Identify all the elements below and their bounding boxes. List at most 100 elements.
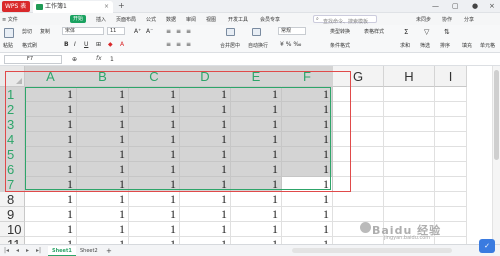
cell-g9[interactable] [333,207,384,222]
cell-g6[interactable] [333,162,384,177]
cell-c9[interactable]: 1 [129,207,180,222]
cell-h9[interactable] [384,207,435,222]
cell-e8[interactable]: 1 [231,192,282,207]
cell-g4[interactable] [333,132,384,147]
filter-button[interactable]: 筛选 [420,42,430,49]
underline-icon[interactable]: U [84,41,88,48]
cell-g1[interactable] [333,87,384,102]
merge-center-button[interactable]: 合并居中 [220,42,240,49]
fx-icon[interactable]: fx [96,55,102,62]
add-sheet-button[interactable]: + [102,246,116,256]
cell-i2[interactable] [435,102,467,117]
grow-font-icon[interactable]: A⁺ [134,28,141,35]
row-header-10[interactable]: 10 [0,222,25,237]
cell-d2[interactable]: 1 [180,102,231,117]
cell-i8[interactable] [435,192,467,207]
prev-sheet-icon[interactable]: ◂ [16,247,19,254]
align-right-icon[interactable]: ≡ [186,41,191,48]
cell-g5[interactable] [333,147,384,162]
font-color-icon[interactable]: A [120,41,124,48]
sheet-tab-1[interactable]: Sheet1 [48,246,76,256]
cell-i5[interactable] [435,147,467,162]
vertical-scrollbar[interactable] [492,66,500,244]
cell-h3[interactable] [384,117,435,132]
cell-f1[interactable]: 1 [282,87,333,102]
column-header-d[interactable]: D [180,66,231,87]
menu-item-insert[interactable]: 插入 [96,16,106,23]
cell-a5[interactable]: 1 [25,147,77,162]
filter-icon[interactable]: ▽ [424,28,429,36]
fill-button[interactable]: 填充 [462,42,472,49]
cell-c5[interactable]: 1 [129,147,180,162]
sheet-tab-2[interactable]: Sheet2 [76,246,102,256]
row-header-1[interactable]: 1 [0,87,25,102]
sum-button[interactable]: 求和 [400,42,410,49]
avatar[interactable]: ● [472,1,478,12]
cell-b2[interactable]: 1 [77,102,129,117]
cell-g3[interactable] [333,117,384,132]
cell-a4[interactable]: 1 [25,132,77,147]
cell-b4[interactable]: 1 [77,132,129,147]
cell-i1[interactable] [435,87,467,102]
fill-color-icon[interactable]: ◆ [108,41,113,48]
cell-b3[interactable]: 1 [77,117,129,132]
wrap-text-button[interactable]: 自动换行 [248,42,268,49]
wrap-text-icon[interactable] [252,28,261,36]
next-sheet-icon[interactable]: ▸ [26,247,29,254]
cell-c10[interactable]: 1 [129,222,180,237]
align-center-icon[interactable]: ≡ [176,41,181,48]
cell-d8[interactable]: 1 [180,192,231,207]
cell-b10[interactable]: 1 [77,222,129,237]
cell-h7[interactable] [384,177,435,192]
cell-i7[interactable] [435,177,467,192]
cell-h1[interactable] [384,87,435,102]
number-format-select[interactable]: 常规 [278,27,306,35]
cell-e4[interactable]: 1 [231,132,282,147]
align-middle-icon[interactable]: ≡ [176,28,181,35]
cell-d9[interactable]: 1 [180,207,231,222]
cell-f3[interactable]: 1 [282,117,333,132]
cell-d6[interactable]: 1 [180,162,231,177]
column-header-c[interactable]: C [129,66,180,87]
type-convert-button[interactable]: 类型转换 [330,28,350,35]
row-header-2[interactable]: 2 [0,102,25,117]
table-style-button[interactable]: 表格样式 [364,28,384,35]
wps-home-tab[interactable]: WPS 表格 [2,1,30,21]
cell-b8[interactable]: 1 [77,192,129,207]
spreadsheet-grid[interactable]: ABCDEFGHI1111111211111131111114111111511… [0,66,500,252]
cell-f10[interactable]: 1 [282,222,333,237]
cell-i6[interactable] [435,162,467,177]
menu-item-review[interactable]: 审阅 [186,16,196,23]
cell-a1[interactable]: 1 [25,87,77,102]
cell-f9[interactable]: 1 [282,207,333,222]
cell-h4[interactable] [384,132,435,147]
cell-a9[interactable]: 1 [25,207,77,222]
minimize-icon[interactable]: — [432,1,439,12]
font-name-select[interactable]: 宋体 [62,27,104,35]
column-header-a[interactable]: A [25,66,77,87]
share-button[interactable]: 分享 [464,16,474,23]
cell-c3[interactable]: 1 [129,117,180,132]
cell-a6[interactable]: 1 [25,162,77,177]
name-box[interactable]: F7 [4,55,62,64]
cell-i9[interactable] [435,207,467,222]
formula-input[interactable]: 1 [110,55,114,64]
cell-c1[interactable]: 1 [129,87,180,102]
align-bottom-icon[interactable]: ≡ [186,28,191,35]
menu-item-data[interactable]: 数据 [166,16,176,23]
cell-d5[interactable]: 1 [180,147,231,162]
cell-f5[interactable]: 1 [282,147,333,162]
cell-e6[interactable]: 1 [231,162,282,177]
sort-icon[interactable]: ⇅ [444,28,450,36]
shrink-font-icon[interactable]: A⁻ [146,28,153,35]
collaborate-button[interactable]: 协作 [442,16,452,23]
paste-button[interactable]: 粘贴 [3,42,13,49]
row-header-6[interactable]: 6 [0,162,25,177]
cell-f4[interactable]: 1 [282,132,333,147]
last-sheet-icon[interactable]: ▸| [36,247,41,254]
cell-h5[interactable] [384,147,435,162]
italic-icon[interactable]: I [74,41,76,48]
cell-e1[interactable]: 1 [231,87,282,102]
sum-icon[interactable]: Σ [404,28,408,36]
sort-button[interactable]: 排序 [440,42,450,49]
